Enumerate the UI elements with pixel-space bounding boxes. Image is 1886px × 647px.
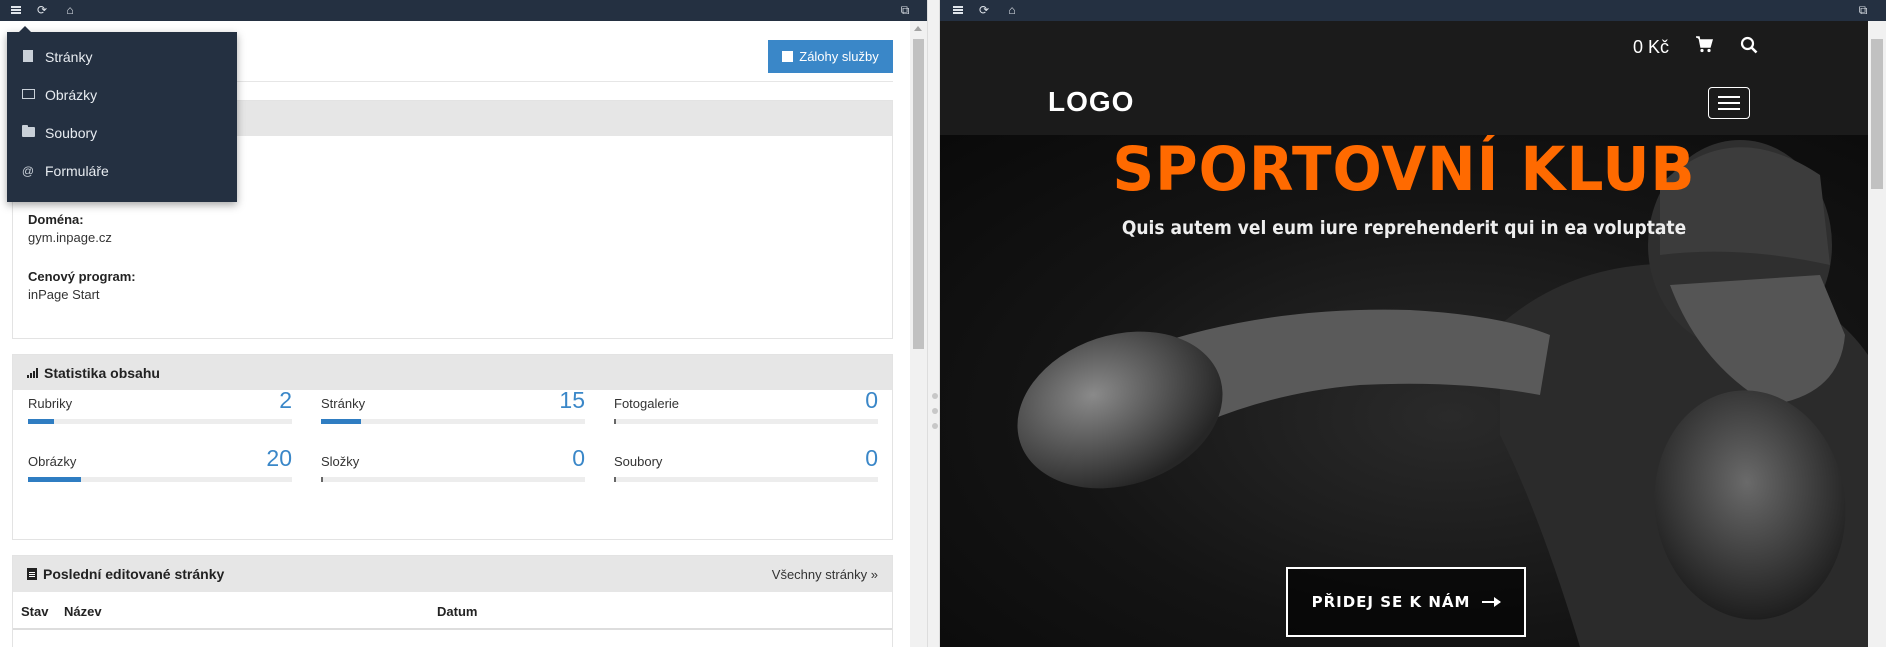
admin-scrollbar[interactable] (910, 21, 927, 647)
stat-3: Obrázky 20 (28, 442, 292, 482)
site-header: 0 Kč LOGO (940, 21, 1868, 135)
stat-progress-track (28, 477, 292, 482)
file-icon (21, 50, 35, 64)
admin-pane: ⟳ ⌂ ⧉ Zálohy služby Doména: gym.inpage.c… (0, 0, 927, 647)
plan-value: inPage Start (28, 287, 100, 302)
search-icon[interactable] (1740, 36, 1758, 54)
nav-toggle-button[interactable] (1708, 87, 1750, 119)
column-name[interactable]: Název (64, 604, 102, 619)
splitter-grip (932, 393, 938, 399)
hero-title: SPORTOVNÍ KLUB (1112, 135, 1696, 205)
stat-1: Stránky 15 (321, 384, 585, 424)
stat-label: Stránky (321, 396, 366, 411)
stat-label: Složky (321, 454, 360, 469)
column-status[interactable]: Stav (21, 604, 48, 619)
stat-label: Fotogalerie (614, 396, 680, 411)
preview-scrollbar[interactable] (1868, 21, 1886, 647)
admin-toolbar: ⟳ ⌂ ⧉ (0, 0, 927, 21)
recent-table-header: Stav Název Datum (13, 592, 892, 630)
menu-item-images[interactable]: Obrázky (7, 76, 237, 114)
cart-total: 0 Kč (1633, 37, 1670, 57)
stat-label: Soubory (614, 454, 663, 469)
menu-icon[interactable] (950, 2, 966, 18)
stat-2: Fotogalerie 0 (614, 384, 878, 424)
scroll-up-arrow[interactable] (914, 26, 922, 31)
join-button-label: PŘIDEJ SE K NÁM (1311, 593, 1471, 611)
at-icon: @ (21, 164, 35, 178)
home-icon[interactable]: ⌂ (62, 2, 78, 18)
all-pages-link[interactable]: Všechny stránky » (772, 567, 878, 582)
refresh-icon[interactable]: ⟳ (34, 2, 50, 18)
column-date[interactable]: Datum (437, 604, 477, 619)
stat-progress-track (614, 477, 878, 482)
domain-info: Doména: gym.inpage.cz (28, 212, 112, 245)
arrow-right-icon (1482, 597, 1502, 607)
preview-pane: ⟳ ⌂ ⧉ 0 Kč LOGO SPORTOVNÍ KLUB Quis aute… (940, 0, 1886, 647)
domain-value: gym.inpage.cz (28, 230, 112, 245)
stat-progress-fill (321, 419, 361, 424)
cart-icon[interactable] (1695, 35, 1713, 53)
signal-icon (27, 367, 38, 378)
navigation-dropdown: Stránky Obrázky Soubory @ Formuláře (7, 26, 237, 202)
stat-progress-track (28, 419, 292, 424)
popout-icon[interactable]: ⧉ (1855, 2, 1871, 18)
recent-pages-header: Poslední editované stránky Všechny strán… (13, 556, 892, 592)
image-icon (21, 88, 35, 102)
recent-pages-panel: Poslední editované stránky Všechny strán… (12, 555, 893, 647)
stat-value: 0 (865, 445, 878, 471)
menu-item-pages[interactable]: Stránky (7, 38, 237, 76)
backup-button[interactable]: Zálohy služby (768, 40, 893, 73)
menu-item-label: Obrázky (45, 87, 98, 103)
scroll-thumb[interactable] (913, 39, 924, 349)
stat-value: 15 (559, 387, 585, 413)
menu-item-files[interactable]: Soubory (7, 114, 237, 152)
stat-progress-track (321, 477, 585, 482)
stat-progress-fill (28, 477, 81, 482)
archive-icon (782, 51, 794, 62)
preview-toolbar: ⟳ ⌂ ⧉ (940, 0, 1886, 21)
site-logo[interactable]: LOGO (1048, 86, 1134, 118)
stat-value: 20 (266, 445, 292, 471)
menu-item-forms[interactable]: @ Formuláře (7, 152, 237, 190)
stat-progress-fill (28, 419, 55, 424)
stat-value: 2 (279, 387, 292, 413)
backup-button-label: Zálohy služby (799, 49, 879, 64)
plan-label: Cenový program: (28, 269, 136, 284)
splitter-grip (932, 408, 938, 414)
hero-subtitle: Quis autem vel eum iure reprehenderit qu… (1121, 217, 1687, 239)
stat-5: Soubory 0 (614, 442, 878, 482)
stat-4: Složky 0 (321, 442, 585, 482)
document-icon (27, 568, 37, 580)
stat-progress-fill (321, 477, 323, 482)
hero-section: SPORTOVNÍ KLUB Quis autem vel eum iure r… (940, 135, 1868, 647)
stat-value: 0 (572, 445, 585, 471)
stat-0: Rubriky 2 (28, 384, 292, 424)
menu-icon[interactable] (8, 2, 24, 18)
stat-progress-track (321, 419, 585, 424)
menu-item-label: Formuláře (45, 163, 109, 179)
menu-item-label: Soubory (45, 125, 98, 141)
stats-title: Statistika obsahu (44, 364, 160, 381)
stat-progress-track (614, 419, 878, 424)
join-button[interactable]: PŘIDEJ SE K NÁM (1286, 567, 1526, 637)
plan-info: Cenový program: inPage Start (28, 269, 136, 302)
scroll-thumb[interactable] (1871, 39, 1883, 189)
stat-label: Rubriky (28, 396, 73, 411)
home-icon[interactable]: ⌂ (1004, 2, 1020, 18)
domain-label: Doména: (28, 212, 84, 227)
splitter-grip (932, 423, 938, 429)
recent-pages-title: Poslední editované stránky (43, 566, 225, 582)
folder-icon (21, 125, 35, 140)
stat-value: 0 (865, 387, 878, 413)
stat-label: Obrázky (28, 454, 77, 469)
stat-progress-fill (614, 419, 616, 424)
popout-icon[interactable]: ⧉ (897, 2, 913, 18)
stat-progress-fill (614, 477, 616, 482)
menu-item-label: Stránky (45, 49, 93, 65)
refresh-icon[interactable]: ⟳ (976, 2, 992, 18)
pane-splitter[interactable] (927, 0, 940, 647)
